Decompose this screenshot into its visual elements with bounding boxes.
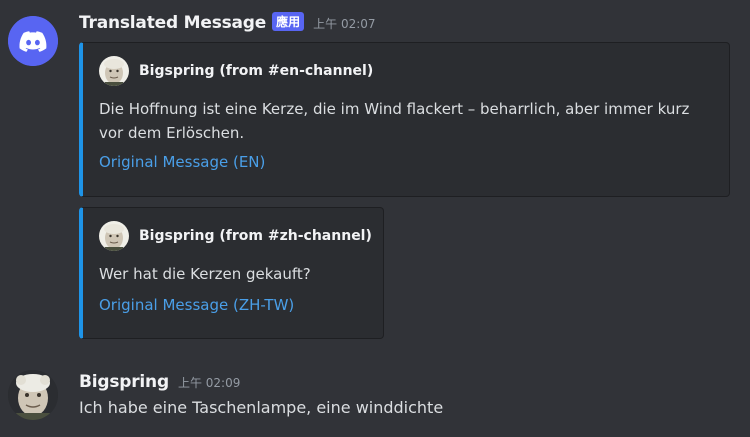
embed-author-name: Bigspring (from #en-channel) (139, 63, 374, 79)
user-username[interactable]: Bigspring (79, 372, 169, 392)
embed-author-name: Bigspring (from #zh-channel) (139, 228, 372, 244)
embed-author: Bigspring (from #zh-channel) (99, 221, 372, 251)
app-badge: 應用 (272, 12, 305, 31)
discord-logo-icon (8, 16, 58, 66)
user-message: Bigspring 上午 02:09 Ich habe eine Taschen… (0, 360, 750, 437)
bot-avatar[interactable] (8, 16, 58, 66)
embed-author: Bigspring (from #en-channel) (99, 56, 373, 86)
translation-embed-en: Bigspring (from #en-channel) Die Hoffnun… (79, 42, 730, 197)
original-message-link[interactable]: Original Message (ZH-TW) (99, 296, 294, 314)
embed-author-avatar (99, 56, 129, 86)
embed-description: Wer hat die Kerzen gekauft? (99, 265, 311, 283)
bot-timestamp: 上午 02:07 (313, 17, 376, 31)
author-avatar-icon (99, 221, 129, 251)
original-message-link[interactable]: Original Message (EN) (99, 153, 265, 171)
translation-embed-zh: Bigspring (from #zh-channel) Wer hat die… (79, 207, 384, 339)
bot-message-header: Translated Message 應用 上午 02:07 (79, 12, 376, 33)
user-message-header: Bigspring 上午 02:09 (79, 372, 240, 392)
user-message-content: Ich habe eine Taschenlampe, eine winddic… (79, 398, 444, 417)
embed-author-avatar (99, 221, 129, 251)
chat-messages: Translated Message 應用 上午 02:07 Bigspring… (0, 0, 750, 437)
author-avatar-icon (99, 56, 129, 86)
user-timestamp: 上午 02:09 (177, 376, 241, 390)
embed-description: Die Hoffnung ist eine Kerze, die im Wind… (99, 100, 690, 142)
user-avatar-icon (8, 370, 58, 420)
bot-username[interactable]: Translated Message (79, 13, 266, 33)
bot-message: Translated Message 應用 上午 02:07 Bigspring… (0, 0, 750, 345)
user-avatar[interactable] (8, 370, 58, 420)
